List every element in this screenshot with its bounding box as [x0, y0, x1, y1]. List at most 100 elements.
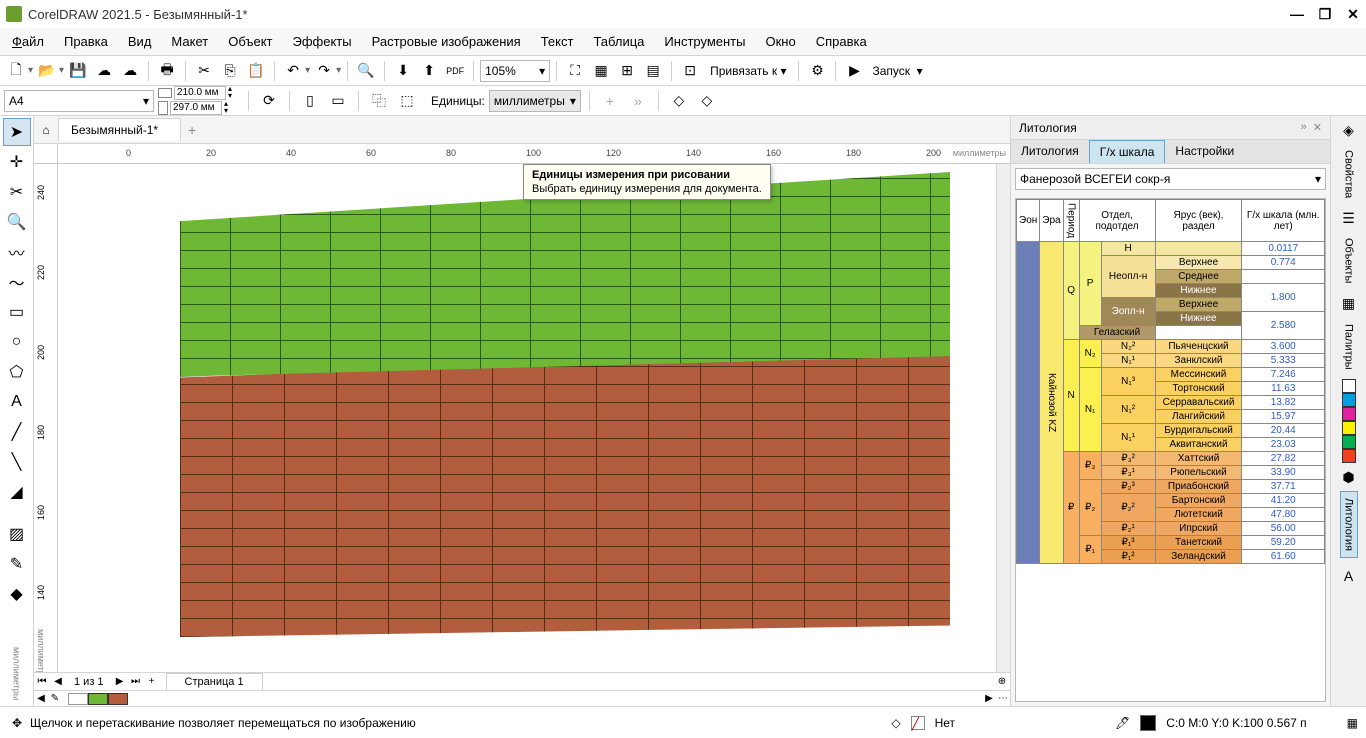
- drawing-content[interactable]: [180, 172, 950, 637]
- width-down[interactable]: ▾: [228, 93, 240, 100]
- add-tab-button[interactable]: +: [181, 119, 203, 141]
- snap-icon[interactable]: ⊡: [678, 59, 702, 83]
- table-row[interactable]: ₽₽₃₽₃²Хаттский27.82: [1017, 452, 1325, 466]
- close-button[interactable]: ✕: [1346, 7, 1360, 21]
- palette-menu[interactable]: ⋯: [996, 692, 1010, 706]
- table-row[interactable]: Кайнозой KZQPH0.0117: [1017, 242, 1325, 256]
- text-a-icon[interactable]: A: [1339, 566, 1359, 586]
- options-button[interactable]: ⚙: [805, 59, 829, 83]
- menu-effects[interactable]: Эффекты: [285, 30, 360, 53]
- scale-preset-select[interactable]: Фанерозой ВСЕГЕИ сокр-я▾: [1015, 168, 1326, 190]
- launch-dropdown[interactable]: Запуск ▾: [868, 64, 926, 78]
- polygon-tool[interactable]: ⬠: [3, 358, 31, 386]
- menu-edit[interactable]: Правка: [56, 30, 116, 53]
- copy-button[interactable]: ⎘: [218, 59, 242, 83]
- nav-button[interactable]: ⊕: [994, 674, 1010, 690]
- vertical-ruler[interactable]: 240 220 200 180 160 140 миллиметры: [34, 164, 58, 686]
- palettes-icon[interactable]: ▦: [1339, 294, 1359, 314]
- palette-icon[interactable]: ▦: [1347, 716, 1358, 730]
- swatch-none[interactable]: [68, 693, 88, 705]
- height-down[interactable]: ▾: [224, 108, 236, 115]
- fill-tool[interactable]: ◆: [3, 580, 31, 608]
- new-button[interactable]: 🗋: [4, 59, 28, 83]
- page-size-select[interactable]: A4▾: [4, 90, 154, 112]
- swatch-brown[interactable]: [108, 693, 128, 705]
- paste-button[interactable]: 📋: [244, 59, 268, 83]
- save-button[interactable]: 💾: [66, 59, 90, 83]
- vertical-scrollbar[interactable]: [996, 164, 1010, 674]
- menu-file[interactable]: Файл: [4, 30, 52, 53]
- tab-settings[interactable]: Настройки: [1165, 140, 1244, 163]
- ellipse-tool[interactable]: ○: [3, 328, 31, 356]
- cs-yellow[interactable]: [1342, 421, 1356, 435]
- page-last[interactable]: ⏭: [128, 674, 144, 690]
- undo-button[interactable]: ↶: [281, 59, 305, 83]
- page-first[interactable]: ⏮: [34, 674, 50, 690]
- redo-button[interactable]: ↷: [312, 59, 336, 83]
- page-prev[interactable]: ◀: [50, 674, 66, 690]
- export-button[interactable]: ⬆: [417, 59, 441, 83]
- menu-help[interactable]: Справка: [808, 30, 875, 53]
- menu-object[interactable]: Объект: [220, 30, 280, 53]
- canvas[interactable]: Единицы измерения при рисовании Выбрать …: [58, 164, 996, 672]
- tab-lithology[interactable]: Литология: [1011, 140, 1089, 163]
- dup-distance2-button[interactable]: ◇: [695, 89, 719, 113]
- maximize-button[interactable]: ❐: [1318, 7, 1332, 21]
- menu-table[interactable]: Таблица: [585, 30, 652, 53]
- landscape-button[interactable]: ▭: [326, 89, 350, 113]
- transparency-tool[interactable]: ▨: [3, 520, 31, 548]
- home-icon[interactable]: ⌂: [34, 118, 58, 142]
- cs-red[interactable]: [1342, 449, 1356, 463]
- horizontal-ruler[interactable]: 0 20 40 60 80 100 120 140 160 180 200 ми…: [58, 144, 1010, 164]
- page-add[interactable]: +: [144, 674, 160, 690]
- pdf-button[interactable]: PDF: [443, 59, 467, 83]
- properties-icon[interactable]: ◈: [1339, 120, 1359, 140]
- portrait-button[interactable]: ▯: [298, 89, 322, 113]
- parallel-dim-tool[interactable]: ╱: [3, 418, 31, 446]
- nudge-next[interactable]: »: [626, 89, 650, 113]
- panel-collapse-icon[interactable]: »: [1301, 121, 1307, 134]
- all-pages-button[interactable]: ⬚: [395, 89, 419, 113]
- search-button[interactable]: 🔍: [354, 59, 378, 83]
- swatch-green[interactable]: [88, 693, 108, 705]
- lithology-icon[interactable]: ⬢: [1339, 467, 1359, 487]
- page-tab[interactable]: Страница 1: [166, 673, 263, 691]
- dock-lithology[interactable]: Литология: [1340, 491, 1358, 558]
- cut-button[interactable]: ✂: [192, 59, 216, 83]
- pick-tool[interactable]: ➤: [3, 118, 31, 146]
- rectangle-tool[interactable]: ▭: [3, 298, 31, 326]
- panel-close-icon[interactable]: ✕: [1313, 121, 1322, 134]
- artistic-tool[interactable]: 〜: [3, 268, 31, 296]
- crop-tool[interactable]: ✂: [3, 178, 31, 206]
- dock-properties[interactable]: Свойства: [1341, 144, 1357, 204]
- cs-white[interactable]: [1342, 379, 1356, 393]
- menu-view[interactable]: Вид: [120, 30, 160, 53]
- launch-icon[interactable]: ▶: [842, 59, 866, 83]
- units-select[interactable]: миллиметры▾: [489, 90, 581, 112]
- print-button[interactable]: 🖶: [155, 59, 179, 83]
- snap-dropdown[interactable]: Привязать к ▾: [704, 64, 792, 78]
- cs-cyan[interactable]: [1342, 393, 1356, 407]
- document-tab[interactable]: Безымянный-1*: [58, 118, 181, 141]
- text-tool[interactable]: A: [3, 388, 31, 416]
- geochronology-table[interactable]: Эон Эра Период Отдел, подотдел Ярус (век…: [1015, 198, 1326, 702]
- guidelines-button[interactable]: ▤: [641, 59, 665, 83]
- connector-tool[interactable]: ╲: [3, 448, 31, 476]
- drop-shadow-tool[interactable]: ◢: [3, 478, 31, 506]
- palette-right[interactable]: ▶: [982, 692, 996, 706]
- eyedropper-tool[interactable]: ✎: [3, 550, 31, 578]
- ruler-origin[interactable]: [34, 144, 58, 164]
- shape-tool[interactable]: ✛: [3, 148, 31, 176]
- palette-eyedrop[interactable]: ✎: [48, 692, 62, 706]
- menu-tools[interactable]: Инструменты: [656, 30, 753, 53]
- menu-layout[interactable]: Макет: [163, 30, 216, 53]
- objects-icon[interactable]: ☰: [1339, 208, 1359, 228]
- menu-bitmaps[interactable]: Растровые изображения: [364, 30, 529, 53]
- dup-distance-button[interactable]: ◇: [667, 89, 691, 113]
- width-input[interactable]: 210.0 мм: [174, 86, 226, 100]
- height-input[interactable]: 297.0 мм: [170, 101, 222, 115]
- import-button[interactable]: ⬇: [391, 59, 415, 83]
- current-page-button[interactable]: ⿻: [367, 89, 391, 113]
- cs-magenta[interactable]: [1342, 407, 1356, 421]
- cloud-down-button[interactable]: ☁: [118, 59, 142, 83]
